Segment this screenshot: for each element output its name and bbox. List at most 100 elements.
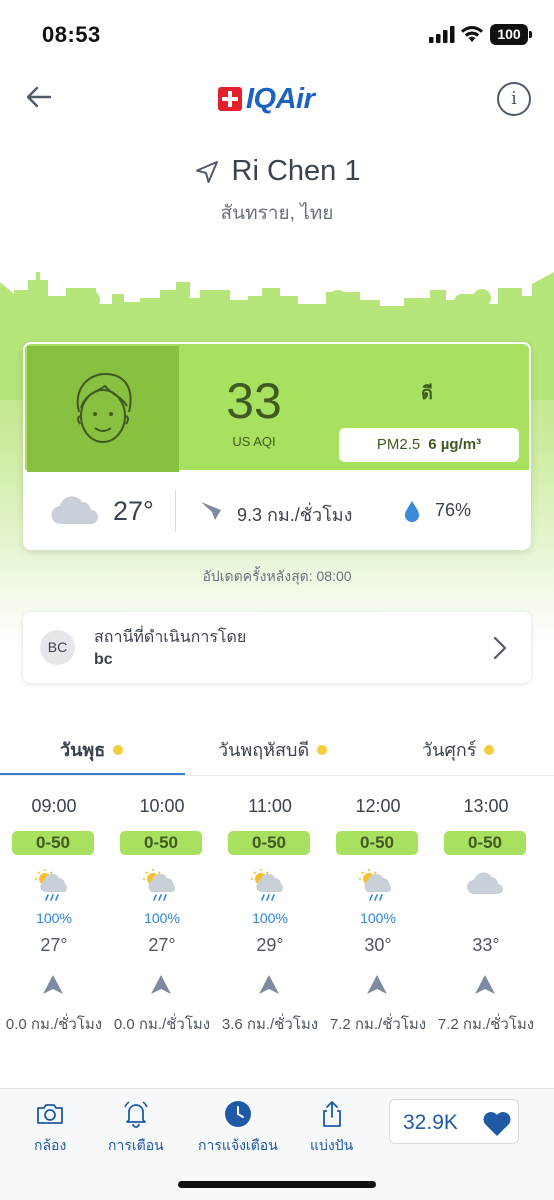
station-name: Ri Chen 1: [231, 155, 361, 187]
camera-icon: [37, 1104, 64, 1124]
rain-chance: 100%: [144, 910, 180, 926]
wind-direction-icon: [43, 975, 63, 994]
wind-direction-icon: [367, 975, 387, 994]
hour-temp: 33°: [472, 935, 500, 955]
last-updated: อัปเดตครั้งหลังสุด: 08:00: [202, 568, 352, 584]
rain-chance: 100%: [360, 910, 396, 926]
aqi-card: 33 US AQI ดี PM2.5 6 µg/m³ 27° 9.3 กม./ชั…: [23, 342, 531, 550]
aqi-face-box: [27, 346, 179, 472]
share-icon: [322, 1101, 341, 1127]
partly-cloudy-rain-icon: [251, 869, 283, 901]
partly-cloudy-rain-icon: [35, 869, 67, 901]
home-indicator: [178, 1181, 376, 1188]
humidity-drop-icon: [405, 501, 419, 522]
aqi-unit: US AQI: [232, 434, 276, 449]
pollutant-value: 6 µg/m³: [428, 436, 482, 453]
pollutant-name: PM2.5: [376, 436, 421, 453]
notifications-button[interactable]: การแจ้งเตือน: [198, 1099, 278, 1157]
tab-wednesday[interactable]: วันพุธ: [60, 735, 124, 764]
aqi-dot-icon: [317, 744, 328, 755]
cellular-signal-icon: [429, 26, 455, 43]
hour-wind: 7.2 กม./ชั่วโมง: [437, 1016, 535, 1033]
cloud-icon: [51, 496, 98, 525]
hour-temp: 29°: [256, 935, 284, 955]
hour-temp: 27°: [148, 935, 176, 955]
battery-indicator: 100: [490, 24, 532, 45]
info-button[interactable]: i: [497, 82, 531, 116]
status-bar: 08:53 100: [0, 0, 554, 64]
bell-icon: [124, 1101, 148, 1128]
operator-label: สถานีที่ดำเนินการโดย: [94, 629, 247, 646]
aqi-value: 33: [226, 373, 282, 429]
rain-chance: 100%: [252, 910, 288, 926]
wind-direction-icon: [151, 975, 171, 994]
cloud-icon: [467, 872, 503, 894]
hour-wind: 7.2 กม./ชั่วโมง: [329, 1016, 427, 1033]
aqi-status: ดี: [421, 383, 433, 403]
hour-temp: 27°: [40, 935, 68, 955]
like-button[interactable]: 32.9K: [389, 1099, 519, 1144]
operator-avatar: BC: [40, 630, 75, 665]
hour-aqi-pill: 0-50: [12, 831, 94, 855]
aqi-summary: 33 US AQI ดี PM2.5 6 µg/m³: [23, 342, 531, 472]
share-label: แบ่งปัน: [310, 1137, 354, 1153]
humidity: 76%: [435, 500, 472, 520]
hour-time: 10:00: [139, 796, 185, 816]
camera-button[interactable]: กล้อง: [34, 1099, 66, 1157]
hour-aqi-pill: 0-50: [228, 831, 310, 855]
status-time: 08:53: [42, 22, 101, 47]
tabs-divider: [0, 775, 554, 776]
happy-face-icon: [76, 372, 132, 443]
notifications-label: การแจ้งเตือน: [198, 1137, 278, 1153]
clock-icon: [224, 1101, 251, 1127]
iqair-logo: IQAir: [218, 82, 315, 116]
tab-label: วันพฤหัสบดี: [218, 740, 310, 760]
operator-name: bc: [94, 651, 113, 668]
hour-aqi-pill: 0-50: [444, 831, 526, 855]
wifi-icon: [461, 26, 483, 42]
main-pollutant: PM2.5 6 µg/m³: [339, 428, 519, 462]
weather-row: 27° 9.3 กม./ชั่วโมง 76%: [23, 472, 531, 550]
rain-chance: 100%: [36, 910, 72, 926]
station-operator-card[interactable]: BC สถานีที่ดำเนินการโดย bc: [23, 612, 531, 683]
swiss-cross-icon: [218, 87, 242, 111]
hour-aqi-pill: 0-50: [336, 831, 418, 855]
hour-wind: 0.0 กม./ชั่วโมง: [113, 1016, 211, 1033]
temperature: 27°: [113, 496, 154, 526]
aqi-dot-icon: [484, 744, 495, 755]
wind-direction-icon: [201, 502, 221, 520]
tab-label: วันศุกร์: [422, 740, 477, 760]
wind-direction-icon: [475, 975, 495, 994]
like-count: 32.9K: [403, 1111, 458, 1134]
camera-label: กล้อง: [34, 1137, 67, 1153]
location-row: Ri Chen 1: [0, 155, 554, 188]
partly-cloudy-rain-icon: [359, 869, 391, 901]
location-arrow-icon: [195, 160, 218, 183]
wind-direction-icon: [259, 975, 279, 994]
hour-temp: 30°: [364, 935, 392, 955]
alerts-button[interactable]: การเตือน: [108, 1099, 164, 1157]
back-arrow-icon[interactable]: [24, 82, 54, 112]
partly-cloudy-rain-icon: [143, 869, 175, 901]
hour-time: 12:00: [355, 796, 401, 816]
hour-time: 13:00: [463, 796, 509, 816]
forecast-tabs: วันพุธ วันพฤหัสบดี วันศุกร์: [0, 730, 554, 776]
hour-time: 11:00: [248, 796, 292, 816]
chevron-right-icon: [493, 636, 507, 660]
divider: [175, 490, 176, 532]
hour-wind: 3.6 กม./ชั่วโมง: [221, 1016, 319, 1033]
tab-thursday[interactable]: วันพฤหัสบดี: [218, 735, 328, 764]
station-location: สันทราย, ไทย: [220, 203, 334, 224]
heart-icon: [483, 1112, 511, 1136]
tab-label: วันพุธ: [60, 740, 106, 760]
hour-time: 09:00: [31, 796, 77, 816]
logo-text: IQAir: [246, 82, 315, 115]
hour-wind: 0.0 กม./ชั่วโมง: [5, 1016, 103, 1033]
tab-friday[interactable]: วันศุกร์: [422, 735, 495, 764]
share-button[interactable]: แบ่งปัน: [310, 1099, 353, 1157]
aqi-dot-icon: [113, 744, 124, 755]
alerts-label: การเตือน: [108, 1137, 164, 1153]
hour-aqi-pill: 0-50: [120, 831, 202, 855]
wind-speed: 9.3 กม./ชั่วโมง: [237, 505, 353, 525]
hourly-forecast[interactable]: 09:00 0-50 100% 27° 0.0 กม./ชั่วโมง 10:0…: [0, 790, 554, 1050]
